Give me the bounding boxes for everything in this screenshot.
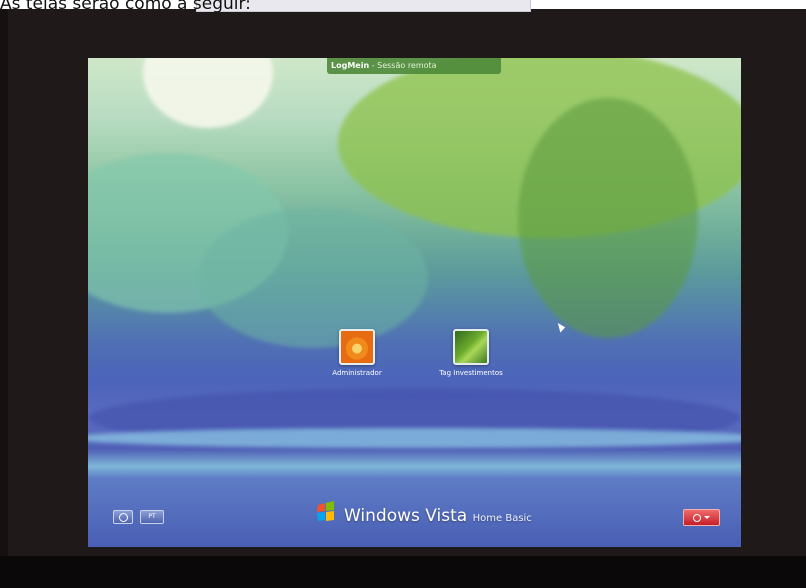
vista-login-screen	[88, 58, 741, 547]
window-edge	[0, 9, 8, 588]
windows-vista-brand: Windows Vista Home Basic	[344, 506, 532, 526]
power-icon	[693, 513, 701, 522]
light-blue-band	[88, 428, 741, 448]
flower-tile-icon[interactable]	[339, 329, 375, 365]
user-name: Tag Investimentos	[439, 369, 503, 377]
user-name: Administrador	[332, 369, 382, 377]
window-footer-band	[0, 556, 806, 588]
session-bar: LogMein - Sessão remota	[327, 58, 501, 74]
leaf-tile-icon[interactable]	[453, 329, 489, 365]
dark-green-wave	[518, 98, 698, 338]
ease-of-access-icon	[118, 512, 128, 522]
language-button[interactable]: PT	[140, 510, 164, 524]
session-separator: -	[369, 61, 378, 70]
light-glow	[143, 58, 273, 128]
session-label: Sessão remota	[377, 61, 437, 70]
session-app-name: LogMein	[331, 61, 370, 70]
brand-edition: Home Basic	[472, 513, 532, 524]
aqua-wave	[198, 208, 428, 348]
user-administrador[interactable]: Administrador	[317, 329, 397, 377]
ease-of-access-button[interactable]	[113, 510, 133, 524]
caption-text: As telas serão como a seguir:	[0, 0, 251, 14]
user-tag-investimentos[interactable]: Tag Investimentos	[431, 329, 511, 377]
windows-logo-icon	[317, 501, 334, 521]
power-button[interactable]	[683, 509, 720, 526]
brand-name: Windows Vista	[344, 506, 468, 526]
chevron-down-icon	[704, 516, 710, 519]
